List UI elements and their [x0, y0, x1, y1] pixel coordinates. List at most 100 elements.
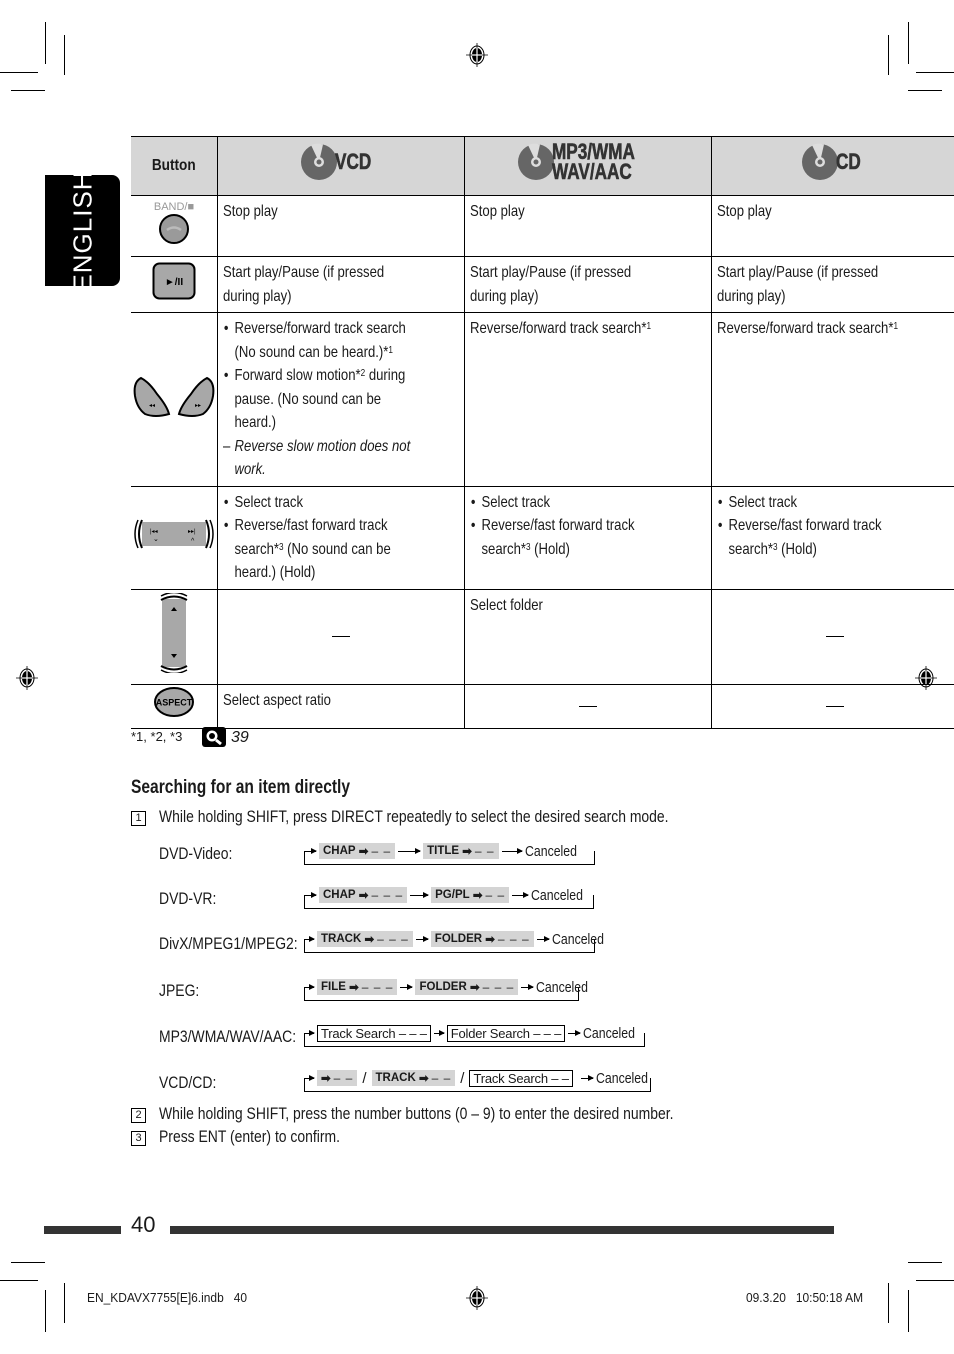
list-item: Reverse/forward track search (No sound c…: [224, 317, 416, 364]
list-item: Reverse/fast forward track search*3 (Hol…: [718, 514, 910, 561]
svg-text:⌄: ⌄: [153, 536, 159, 543]
reference-page-link[interactable]: 39: [231, 729, 249, 747]
crop-mark: [888, 35, 889, 75]
mode-box: CHAP ➡ – – –: [319, 887, 408, 903]
mode-box: TITLE ➡ – –: [423, 843, 499, 859]
not-applicable-dash: [579, 705, 597, 707]
mode-label: VCD/CD:: [159, 1073, 217, 1092]
vcd-cell: Start play/Pause (if pressed during play…: [217, 256, 465, 313]
mode-label: JPEG:: [159, 981, 200, 1000]
skip-button-cell: |◂◂ ⌄ ▸▸| ^: [131, 485, 218, 590]
step-text: While holding SHIFT, press DIRECT repeat…: [159, 807, 669, 826]
page-bar-right: [170, 1226, 834, 1234]
mp3-cell: [464, 683, 712, 729]
mp3-cell: Start play/Pause (if pressed during play…: [464, 256, 712, 313]
button-function-table: Button VCD MP3/WMA WAV/AAC CD BAND/■ Sto…: [131, 136, 954, 729]
mp3-cell: Select folder: [464, 588, 712, 685]
mode-box: FOLDER ➡ – – –: [430, 931, 534, 947]
crop-mark: [64, 1283, 65, 1323]
play-pause-button-cell: ►/II: [131, 256, 218, 313]
crop-mark: [916, 72, 954, 73]
magnifier-reference-icon: [202, 727, 226, 747]
up-down-buttons-icon: [160, 591, 188, 674]
mode-label: DivX/MPEG1/MPEG2:: [159, 934, 298, 953]
mp3-cell: Select track Reverse/fast forward track …: [464, 485, 712, 590]
section-title: Searching for an item directly: [131, 777, 351, 798]
reverse-forward-buttons-icon: ◂◂ ▸▸: [133, 376, 215, 417]
mode-box: TRACK ➡ – –: [371, 1070, 456, 1086]
vcd-cell: [217, 588, 465, 685]
step-number: 2: [131, 1108, 146, 1123]
mode-box: ➡ – –: [317, 1070, 358, 1086]
aspect-button-icon: ASPECT: [154, 687, 194, 718]
play-pause-button-icon: ►/II: [152, 262, 196, 300]
table-row: ◂◂ ▸▸ Reverse/forward track search (No s…: [131, 312, 954, 487]
crop-mark: [908, 1262, 942, 1263]
svg-text:ASPECT: ASPECT: [156, 698, 193, 708]
reverse-forward-button-cell: ◂◂ ▸▸: [131, 312, 218, 487]
table-row: Select folder: [131, 588, 954, 685]
registration-mark-icon: [16, 666, 38, 690]
print-slug-timestamp: 09.3.20 10:50:18 AM: [746, 1290, 864, 1305]
vcd-disc-icon: VCD: [300, 142, 381, 182]
print-slug-filename: EN_KDAVX7755[E]6.indb 40: [87, 1290, 248, 1305]
crop-mark: [916, 1280, 954, 1281]
crop-mark: [908, 22, 909, 64]
canceled-label: Canceled: [524, 842, 577, 860]
table-header-row: Button VCD MP3/WMA WAV/AAC CD: [131, 136, 954, 196]
mode-label: DVD-VR:: [159, 889, 217, 908]
svg-text:|◂◂: |◂◂: [150, 529, 158, 535]
list-item: Reverse/fast forward track search*3 (Hol…: [471, 514, 663, 561]
crop-mark: [45, 22, 46, 64]
vcd-cell: Select aspect ratio: [217, 683, 465, 729]
mode-label: DVD-Video:: [159, 844, 233, 863]
cd-disc-icon: CD: [802, 142, 868, 182]
svg-text:◂◂: ◂◂: [149, 403, 155, 409]
band-stop-caption: BAND/■: [153, 201, 195, 214]
cd-cell: Select track Reverse/fast forward track …: [711, 485, 954, 590]
crop-mark: [888, 1283, 889, 1323]
mode-box: TRACK ➡ – – –: [317, 931, 413, 947]
mode-box: FILE ➡ – – –: [317, 979, 398, 995]
step-text: Press ENT (enter) to confirm.: [159, 1127, 341, 1146]
header-mp3: MP3/WMA WAV/AAC: [464, 136, 712, 196]
table-row: BAND/■ Stop play Stop play Stop play: [131, 195, 954, 257]
canceled-label: Canceled: [595, 1069, 648, 1087]
canceled-label: Canceled: [531, 886, 584, 904]
header-vcd: VCD: [217, 136, 465, 196]
step-number: 3: [131, 1131, 146, 1146]
aspect-button-cell: ASPECT: [131, 683, 218, 729]
list-item: Forward slow motion*2 during pause. (No …: [224, 364, 416, 435]
registration-mark-icon: [466, 43, 488, 67]
mode-label: MP3/WMA/WAV/AAC:: [159, 1027, 297, 1046]
not-applicable-dash: [332, 636, 350, 638]
mode-box-outlined: Folder Search – – –: [446, 1024, 566, 1042]
mode-box: PG/PL ➡ – –: [431, 887, 510, 903]
note: Reverse slow motion does not work.: [223, 435, 417, 482]
page-number: 40: [131, 1212, 156, 1237]
crop-mark: [45, 1290, 46, 1332]
vcd-cell: Select track Reverse/fast forward track …: [217, 485, 465, 590]
language-tab: ENGLISH: [45, 170, 120, 291]
mode-box: CHAP ➡ – –: [319, 843, 396, 859]
crop-mark: [908, 90, 942, 91]
svg-text:►/II: ►/II: [165, 277, 183, 288]
registration-mark-icon: [466, 1286, 488, 1310]
table-row: |◂◂⌄ ▸▸|^ Select track Reverse/fast forw…: [131, 485, 954, 590]
crop-mark: [0, 72, 38, 73]
list-item: Select track: [471, 491, 663, 515]
page-bar-left: [44, 1226, 121, 1234]
mp3-cell: Stop play: [464, 195, 712, 257]
mp3-cell: Reverse/forward track search*1: [464, 312, 712, 487]
mp3-disc-icon: MP3/WMA WAV/AAC: [517, 140, 658, 183]
mode-box: FOLDER ➡ – – –: [415, 979, 519, 995]
vcd-cell: Reverse/forward track search (No sound c…: [217, 312, 465, 487]
list-item: Select track: [718, 491, 910, 515]
search-mode-flow-vcd-cd: ➡ – – / TRACK ➡ – – / Track Search – – Can…: [304, 1068, 651, 1092]
not-applicable-dash: [826, 705, 844, 707]
svg-text:▸▸|: ▸▸|: [188, 529, 196, 535]
cd-cell: Stop play: [711, 195, 954, 257]
table-row: ASPECT Select aspect ratio: [131, 683, 954, 729]
crop-mark: [11, 90, 45, 91]
list-item: Select track: [224, 491, 416, 515]
